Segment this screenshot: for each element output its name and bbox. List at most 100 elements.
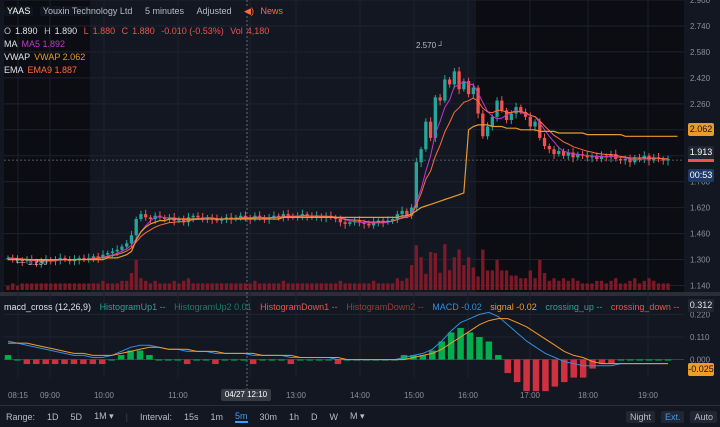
volume-bar (443, 244, 447, 290)
symbol-label[interactable]: YAAS (4, 6, 34, 16)
volume-bar (291, 283, 295, 290)
candle-body (471, 87, 475, 95)
volume-bar (362, 283, 366, 290)
adjusted-label[interactable]: Adjusted (193, 6, 235, 16)
vwap-row[interactable]: VWAP VWAP 2.062 (4, 51, 89, 63)
candle-body (148, 217, 153, 219)
legend-hist-up1: HistogramUp1 -- (99, 302, 166, 312)
night-toggle[interactable]: Night (625, 410, 655, 423)
range-1m-dropdown[interactable]: 1M ▾ (94, 411, 114, 422)
macd-histogram-bar (645, 359, 653, 361)
volume-bar (419, 257, 423, 290)
auto-toggle[interactable]: Auto (690, 410, 717, 423)
macd-histogram-bar (165, 359, 172, 361)
volume-bar (618, 283, 623, 290)
news-button[interactable]: ◀) News (241, 6, 290, 16)
interval-label: Interval: (139, 411, 172, 422)
volume-bar (457, 249, 461, 290)
interval-15s-button[interactable]: 15s (184, 412, 199, 422)
volume-bar (428, 252, 433, 290)
ma-label: MA (4, 39, 18, 49)
interval-d-button[interactable]: D (311, 412, 318, 422)
candle-body (457, 71, 461, 90)
macd-histogram-bar (155, 359, 163, 361)
volume-bar (661, 283, 665, 290)
volume-bar (262, 283, 267, 290)
candle-body (500, 100, 504, 111)
candle-body (495, 100, 499, 117)
volume-bar (148, 283, 153, 290)
volume-bar (25, 283, 29, 290)
interval-1h-button[interactable]: 1h (289, 412, 299, 422)
ema-row[interactable]: EMA EMA9 1.887 (4, 64, 81, 76)
volume-bar (167, 283, 172, 290)
volume-bar (338, 280, 343, 290)
candle-body (139, 214, 143, 219)
volume-bar (386, 283, 390, 290)
volume-value: 4,180 (246, 26, 270, 36)
macd-histogram-bar (579, 359, 587, 378)
volume-bar (281, 280, 286, 290)
interval-1m-button[interactable]: 1m (210, 412, 223, 422)
price-tick-label: 1.460 (690, 230, 711, 239)
range-1d-button[interactable]: 1D (47, 412, 59, 422)
range-5d-button[interactable]: 5D (71, 412, 83, 422)
macd-histogram-bar (174, 359, 181, 361)
volume-bar (471, 267, 475, 290)
high-annotation: 2.570 ┘ (416, 41, 444, 50)
interval-5m-button[interactable]: 5m (234, 411, 248, 423)
candle-body (443, 79, 447, 101)
price-chart[interactable]: 2.9002.7402.5802.4202.2602.1001.9401.780… (0, 0, 720, 426)
volume-bar (272, 283, 276, 290)
volume-bar (395, 278, 400, 290)
open-value: 1.890 (15, 26, 38, 36)
volume-bar (139, 278, 143, 290)
volume-bar (82, 283, 86, 290)
vwap-price-tag: 2.062 (688, 123, 714, 136)
range-label: Range: (6, 411, 36, 422)
volume-bar (134, 260, 138, 290)
volume-bar (129, 273, 134, 290)
high-label: H (44, 26, 51, 36)
time-tick-label: 15:00 (404, 391, 425, 400)
macd-histogram-bar (108, 359, 115, 361)
macd-histogram-bar (466, 332, 474, 360)
volume-bar (414, 245, 418, 290)
volume-bar (239, 283, 243, 290)
volume-bar (6, 286, 10, 290)
macd-tick-label: 0.110 (690, 333, 710, 342)
candle-body (343, 222, 347, 224)
volume-bar (571, 278, 575, 290)
interval-label[interactable]: 5 minutes (141, 6, 187, 16)
interval-30m-button[interactable]: 30m (260, 412, 278, 422)
candle-body (533, 121, 537, 127)
macd-histogram-bar (561, 359, 568, 383)
time-tick-label: 10:00 (94, 391, 115, 400)
volume-bar (87, 283, 91, 290)
ma-row[interactable]: MA MA5 1.892 (4, 38, 69, 50)
volume-bar (110, 283, 115, 290)
volume-bar (72, 283, 77, 290)
macd-histogram-bar (287, 359, 295, 365)
chart-root[interactable]: 2.9002.7402.5802.4202.2602.1001.9401.780… (0, 0, 720, 426)
interval-m-dropdown[interactable]: M ▾ (350, 411, 365, 422)
low-annotation-value: 1.230 (27, 258, 48, 267)
volume-bar (642, 280, 646, 290)
macd-histogram-bar (664, 359, 672, 361)
candle-body (348, 222, 352, 224)
macd-legend[interactable]: macd_cross (12,26,9) HistogramUp1 -- His… (4, 302, 685, 312)
volume-bar (604, 283, 608, 290)
volume-bar (409, 265, 414, 290)
ohlc-row: O 1.890 H 1.890 L 1.880 C 1.880 -0.010 (-0.5… (4, 25, 273, 37)
volume-bar (381, 283, 385, 290)
volume-bar (523, 278, 528, 290)
interval-w-button[interactable]: W (330, 412, 339, 422)
candle-body (120, 246, 124, 250)
volume-bar (91, 283, 96, 290)
volume-bar (481, 249, 485, 290)
macd-histogram-bar (14, 359, 21, 361)
ext-toggle[interactable]: Ext. (660, 410, 685, 423)
candle-body (509, 113, 513, 121)
macd-title[interactable]: macd_cross (12,26,9) (4, 302, 91, 312)
volume-bar (243, 283, 248, 290)
